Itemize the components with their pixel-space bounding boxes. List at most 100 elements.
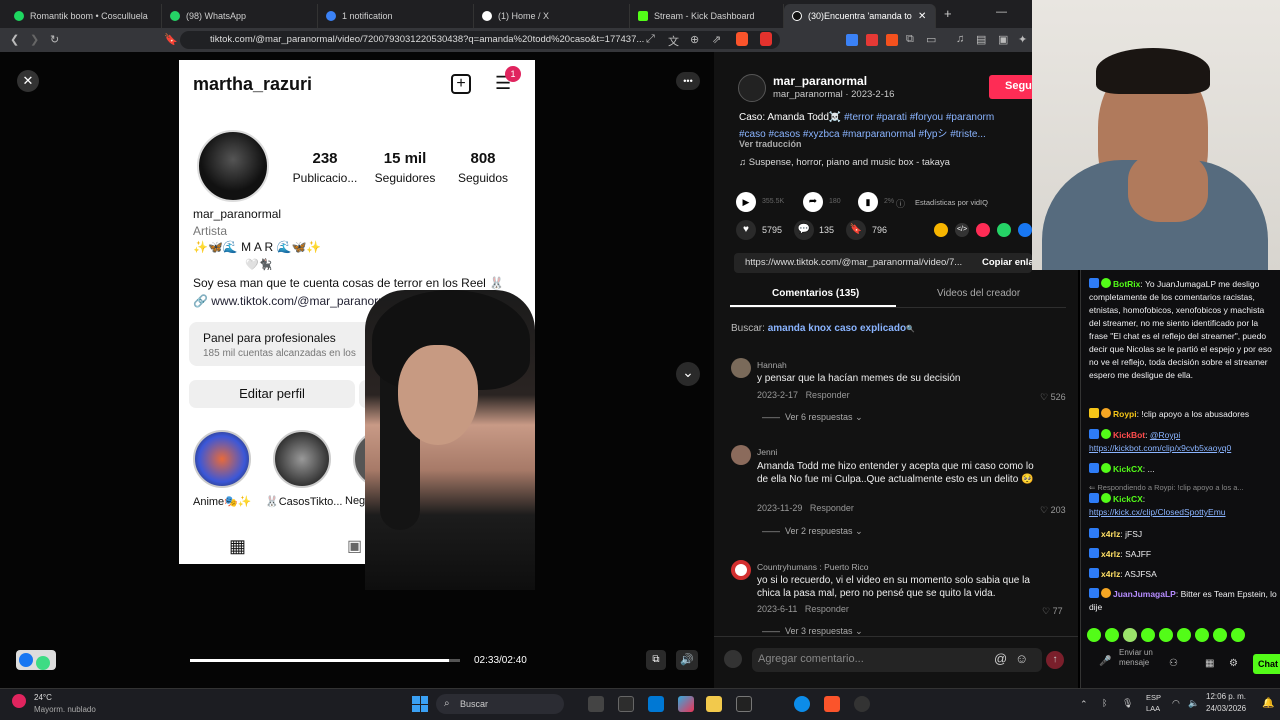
emote-icon[interactable] [1159,628,1173,642]
next-video-button[interactable]: ⌄ [676,362,700,386]
play-icon[interactable]: ▶ [736,192,756,212]
tab-x[interactable]: (1) Home / X [474,4,630,28]
comment-avatar[interactable] [731,560,751,580]
reply-button[interactable]: Responder [806,390,850,400]
brave-shield-icon[interactable] [736,32,748,46]
bookmark-icon[interactable]: 🔖 [164,33,178,46]
whatsapp-share-icon[interactable] [997,223,1011,237]
bookmark-save-icon[interactable]: 🔖 [846,220,866,240]
chat-send-button[interactable]: Chat [1253,654,1280,674]
emote-icon[interactable] [1087,628,1101,642]
start-button[interactable] [412,696,428,712]
extension-1-icon[interactable] [846,34,858,46]
emote-icon[interactable] [1231,628,1245,642]
share-url[interactable]: https://www.tiktok.com/@mar_paranormal/v… [745,257,962,268]
follow-button[interactable]: Seguir [989,75,1037,99]
comment-avatar[interactable] [731,358,751,378]
view-replies[interactable]: —— Ver 6 respuestas ⌄ [762,412,863,423]
extensions-icon[interactable]: ⧉ [906,33,914,46]
more-options-button[interactable]: ••• [676,72,700,90]
tab-notification[interactable]: 1 notification [318,4,474,28]
comment-author[interactable]: Countryhumans : Puerto Rico [757,562,869,572]
post-comment-button[interactable]: ↑ [1046,651,1064,669]
close-tab-icon[interactable]: ✕ [918,11,926,22]
people-icon[interactable]: ⚇ [1169,658,1178,669]
wallet-icon[interactable]: ▣ [998,33,1008,46]
sidebar-icon[interactable]: ▭ [926,33,936,46]
tray-chevron-icon[interactable]: ⌃ [1080,699,1088,710]
obs-icon[interactable] [854,696,870,712]
comment-icon[interactable]: 💬 [794,220,814,240]
related-search[interactable]: Buscar: amanda knox caso explicado🔍 [731,323,915,334]
language-indicator[interactable]: ESP [1146,693,1161,702]
weather-icon[interactable] [12,694,26,708]
extensions-puzzle-icon[interactable]: ✦ [1018,33,1027,46]
emote-icon[interactable] [1123,628,1137,642]
comment-author[interactable]: Hannah [757,360,787,370]
bar-chart-icon[interactable]: ▮ [858,192,878,212]
brave-icon[interactable] [824,696,840,712]
tab-tiktok[interactable]: (30)Encuentra 'amanda todd ✕ [784,4,936,28]
clock-time[interactable]: 12:06 p. m. [1206,692,1246,701]
reply-button[interactable]: Responder [805,604,849,614]
tab-creator-videos[interactable]: Videos del creador [937,288,1020,299]
zoom-icon[interactable]: ⊕ [690,33,699,46]
tab-kick[interactable]: Stream - Kick Dashboard [630,4,784,28]
send-icon[interactable] [976,223,990,237]
close-video-button[interactable]: ✕ [17,70,39,92]
emote-icon[interactable] [1177,628,1191,642]
wifi-icon[interactable]: ◠ [1172,698,1180,709]
overlay-widget[interactable] [16,650,56,670]
emote-icon[interactable] [1195,628,1209,642]
comment-author[interactable]: Jenni [757,447,777,457]
terminal-icon[interactable] [736,696,752,712]
copy-link-button[interactable]: Copiar enla [982,257,1034,268]
tray-mic-icon[interactable]: 🎙 [1122,698,1133,709]
mention-icon[interactable]: @ [994,651,1007,666]
view-replies[interactable]: —— Ver 2 respuestas ⌄ [762,526,863,537]
extension-2-icon[interactable] [866,34,878,46]
reading-list-icon[interactable]: ▤ [976,33,986,46]
share-icon[interactable]: ⇗ [712,33,721,46]
emoji-icon[interactable]: ☺ [1015,651,1028,666]
translate-icon[interactable]: ⤢ [646,33,655,46]
tab-spotify[interactable]: Romantik boom • Cosculluela [6,4,162,28]
edge-icon[interactable] [794,696,810,712]
copilot-icon[interactable] [678,696,694,712]
translate-link[interactable]: Ver traducción [739,139,802,149]
caption-hashtags-1[interactable]: #terror #parati #foryou #paranorm [844,112,994,123]
reload-icon[interactable]: ↻ [50,33,59,46]
comment-avatar[interactable] [731,445,751,465]
emote-icon[interactable] [1105,628,1119,642]
share-arrow-icon[interactable]: ➦ [803,192,823,212]
tab-comments[interactable]: Comentarios (135) [772,288,859,299]
author-avatar[interactable] [738,74,766,102]
comment-like[interactable]: ♡ 77 [1042,606,1063,617]
settings-icon[interactable]: ⚙ [1229,658,1238,669]
embed-icon[interactable]: </> [955,223,969,237]
comment-like[interactable]: ♡ 526 [1040,392,1066,403]
app-icon[interactable] [618,696,634,712]
store-icon[interactable]: ▦ [1205,658,1214,669]
language-icon[interactable]: 文 [668,33,679,49]
microphone-icon[interactable]: 🎤 [1099,656,1111,667]
new-tab-button[interactable]: + [944,6,952,21]
caption-hashtags-2[interactable]: #caso #casos #xyzbca #marparanormal #fyp… [739,125,986,140]
taskbar-search[interactable] [436,694,564,714]
chat-input[interactable]: Enviar un mensaje [1119,648,1159,668]
weather-temp[interactable]: 24°C [34,693,52,702]
emote-icon[interactable] [1141,628,1155,642]
tab-whatsapp[interactable]: (98) WhatsApp [162,4,318,28]
emote-icon[interactable] [1213,628,1227,642]
reply-button[interactable]: Responder [810,503,854,513]
music-row[interactable]: ♫ Suspense, horror, piano and music box … [739,157,950,168]
author-name[interactable]: mar_paranormal [773,74,867,88]
facebook-share-icon[interactable] [1018,223,1032,237]
back-icon[interactable]: ❮ [10,33,19,46]
notifications-icon[interactable]: 🔔 [1262,698,1274,709]
heart-icon[interactable]: ♥ [736,220,756,240]
comment-like[interactable]: ♡ 203 [1040,505,1066,516]
volume-icon[interactable]: 🔊 [676,650,698,670]
coin-icon[interactable] [934,223,948,237]
store-app-icon[interactable] [648,696,664,712]
